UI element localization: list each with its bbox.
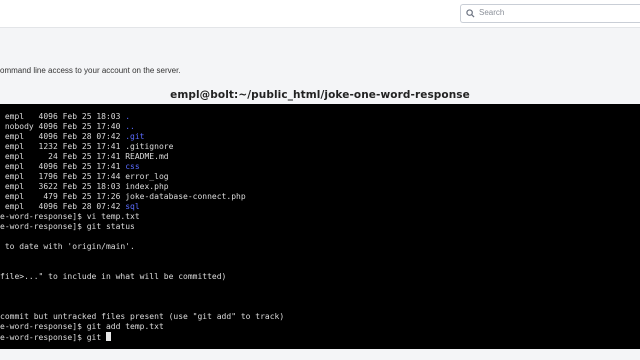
terminal-line: nobody 4096 Feb 25 17:40 ..: [0, 122, 284, 132]
terminal-output: empl 4096 Feb 25 18:03 . nobody 4096 Feb…: [0, 112, 284, 342]
terminal-line-text: nobody 4096 Feb 25 17:40: [0, 122, 126, 131]
terminal-line: file>..." to include in what will be com…: [0, 272, 284, 282]
terminal-line-text: e-word-response]$ git status: [0, 222, 135, 231]
terminal-line: e-word-response]$ git: [0, 332, 284, 342]
terminal-line: commit but untracked files present (use …: [0, 312, 284, 322]
terminal-line-text: e-word-response]$ git add temp.txt: [0, 322, 164, 331]
terminal-line: empl 4096 Feb 28 07:42 .git: [0, 132, 284, 142]
terminal-directory-name: css: [125, 162, 140, 171]
terminal-line-text: empl 1232 Feb 25 17:41 .gitignore: [0, 142, 174, 151]
terminal-line-text: empl 1796 Feb 25 17:44 error_log: [0, 172, 169, 181]
terminal-line: empl 3622 Feb 25 18:03 index.php: [0, 182, 284, 192]
terminal-line: empl 4096 Feb 25 18:03 .: [0, 112, 284, 122]
terminal-line-text: to date with 'origin/main'.: [0, 242, 135, 251]
terminal-directory-name: .: [125, 112, 131, 121]
terminal-line-text: empl 4096 Feb 28 07:42: [0, 202, 126, 211]
search-placeholder: Search: [479, 8, 505, 17]
terminal-cursor: [105, 332, 111, 341]
terminal-line: empl 1232 Feb 25 17:41 .gitignore: [0, 142, 284, 152]
terminal-line: e-word-response]$ git status: [0, 222, 284, 232]
terminal-line: empl 479 Feb 25 17:26 joke-database-conn…: [0, 192, 284, 202]
terminal-line: e-word-response]$ git add temp.txt: [0, 322, 284, 332]
terminal-line: empl 1796 Feb 25 17:44 error_log: [0, 172, 284, 182]
terminal-line-text: commit but untracked files present (use …: [0, 312, 285, 321]
terminal-session-title: empl@bolt:~/public_html/joke-one-word-re…: [170, 89, 470, 101]
terminal-line-text: empl 3622 Feb 25 18:03 index.php: [0, 182, 169, 191]
terminal-line-text: empl 4096 Feb 25 17:41: [0, 162, 126, 171]
terminal-line: e-word-response]$ vi temp.txt: [0, 212, 284, 222]
terminal-line-text: e-word-response]$ vi temp.txt: [0, 212, 140, 221]
terminal-line-text: empl 4096 Feb 25 18:03: [0, 112, 126, 121]
terminal-line: empl 24 Feb 25 17:41 README.md: [0, 152, 284, 162]
search-icon: [466, 9, 475, 18]
terminal-line-text: e-word-response]$ git: [0, 333, 106, 342]
terminal-directory-name: .git: [125, 132, 145, 141]
terminal-line-text: empl 24 Feb 25 17:41 README.md: [0, 152, 169, 161]
terminal-window[interactable]: empl 4096 Feb 25 18:03 . nobody 4096 Feb…: [0, 104, 640, 349]
terminal-line-text: empl 479 Feb 25 17:26 joke-database-conn…: [0, 192, 246, 201]
terminal-directory-name: ..: [125, 122, 135, 131]
top-bar: Search: [0, 0, 640, 28]
terminal-line: empl 4096 Feb 28 07:42 sql: [0, 202, 284, 212]
terminal-line-text: file>..." to include in what will be com…: [0, 272, 227, 281]
terminal-line: empl 4096 Feb 25 17:41 css: [0, 162, 284, 172]
page-description: ommand line access to your account on th…: [0, 66, 181, 75]
search-input[interactable]: Search: [460, 4, 640, 23]
terminal-line-text: empl 4096 Feb 28 07:42: [0, 132, 126, 141]
page-footer-area: [0, 349, 640, 360]
terminal-directory-name: sql: [125, 202, 140, 211]
terminal-line: to date with 'origin/main'.: [0, 242, 284, 252]
